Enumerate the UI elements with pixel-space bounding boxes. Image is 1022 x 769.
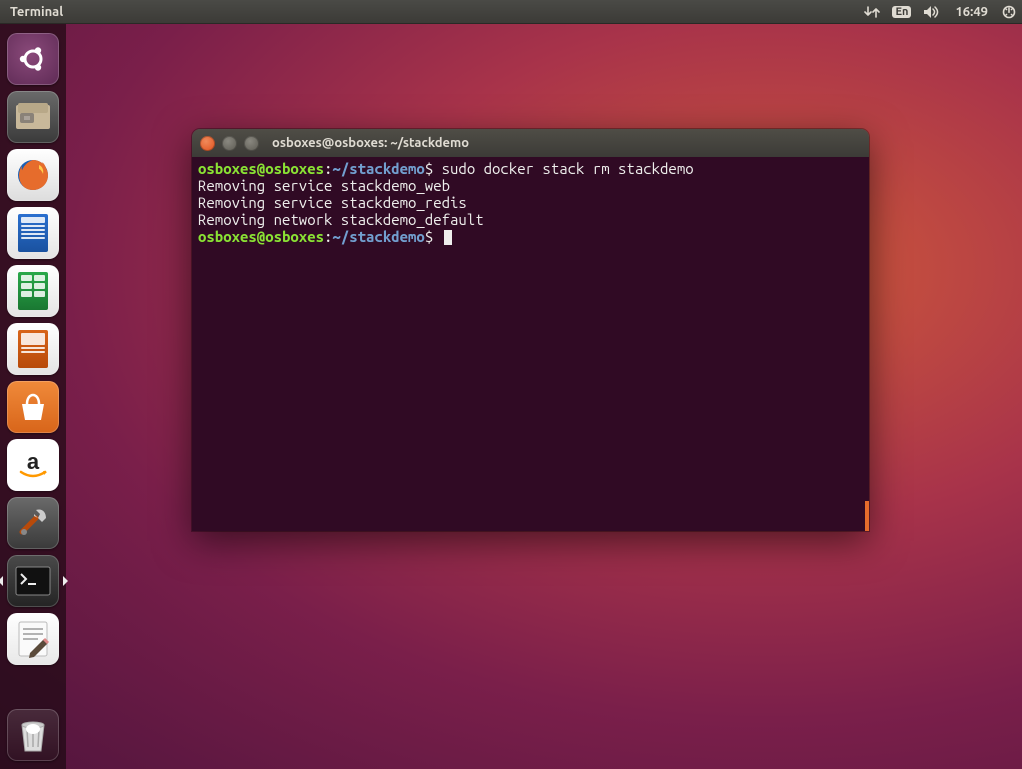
svg-text:a: a xyxy=(27,449,40,474)
cursor xyxy=(444,230,452,245)
terminal-titlebar[interactable]: osboxes@osboxes: ~/stackdemo xyxy=(192,129,869,157)
clock[interactable]: 16:49 xyxy=(955,5,988,19)
launcher-firefox[interactable] xyxy=(7,149,59,201)
launcher-settings[interactable] xyxy=(7,497,59,549)
launcher-texteditor[interactable] xyxy=(7,613,59,665)
prompt-path: ~/stackdemo xyxy=(332,228,424,245)
scrollbar-indicator[interactable] xyxy=(865,501,869,531)
top-menubar[interactable]: Terminal En 16:49 xyxy=(0,0,1022,24)
terminal-body[interactable]: osboxes@osboxes:~/stackdemo$ sudo docker… xyxy=(192,157,869,531)
prompt-path: ~/stackdemo xyxy=(332,160,424,177)
trash-icon xyxy=(15,715,51,755)
prompt-symbol: $ xyxy=(425,160,433,177)
launcher-dash[interactable] xyxy=(7,33,59,85)
terminal-output-line: Removing service stackdemo_redis xyxy=(198,194,863,211)
firefox-icon xyxy=(13,155,53,195)
prompt-user-host: osboxes@osboxes xyxy=(198,228,324,245)
prompt-symbol: $ xyxy=(425,228,433,245)
launcher-writer[interactable] xyxy=(7,207,59,259)
window-close-button[interactable] xyxy=(200,136,215,151)
unity-launcher: a xyxy=(0,24,66,769)
terminal-line: osboxes@osboxes:~/stackdemo$ xyxy=(198,228,863,245)
launcher-amazon[interactable]: a xyxy=(7,439,59,491)
terminal-icon xyxy=(14,565,52,597)
launcher-terminal[interactable] xyxy=(7,555,59,607)
volume-indicator[interactable] xyxy=(923,5,941,19)
launcher-calc[interactable] xyxy=(7,265,59,317)
launcher-trash[interactable] xyxy=(7,709,59,761)
active-app-title: Terminal xyxy=(10,5,63,19)
prompt-user-host: osboxes@osboxes xyxy=(198,160,324,177)
settings-icon xyxy=(14,504,52,542)
files-icon xyxy=(14,101,52,133)
launcher-impress[interactable] xyxy=(7,323,59,375)
launcher-files[interactable] xyxy=(7,91,59,143)
writer-icon xyxy=(18,214,48,252)
calc-icon xyxy=(18,272,48,310)
terminal-output-line: Removing network stackdemo_default xyxy=(198,211,863,228)
software-icon xyxy=(16,390,50,424)
command-text xyxy=(433,228,441,245)
terminal-output-line: Removing service stackdemo_web xyxy=(198,177,863,194)
texteditor-icon xyxy=(16,619,50,659)
terminal-line: osboxes@osboxes:~/stackdemo$ sudo docker… xyxy=(198,160,863,177)
impress-icon xyxy=(18,330,48,368)
command-text: sudo docker stack rm stackdemo xyxy=(433,160,693,177)
session-indicator[interactable] xyxy=(1002,5,1016,19)
language-label: En xyxy=(892,6,911,18)
window-minimize-button[interactable] xyxy=(222,136,237,151)
window-title: osboxes@osboxes: ~/stackdemo xyxy=(272,136,469,150)
amazon-icon: a xyxy=(13,445,53,485)
window-maximize-button[interactable] xyxy=(244,136,259,151)
network-indicator[interactable] xyxy=(864,5,880,19)
language-indicator[interactable]: En xyxy=(892,6,911,18)
launcher-software[interactable] xyxy=(7,381,59,433)
terminal-window[interactable]: osboxes@osboxes: ~/stackdemo osboxes@osb… xyxy=(192,129,869,531)
ubuntu-logo-icon xyxy=(15,41,51,77)
